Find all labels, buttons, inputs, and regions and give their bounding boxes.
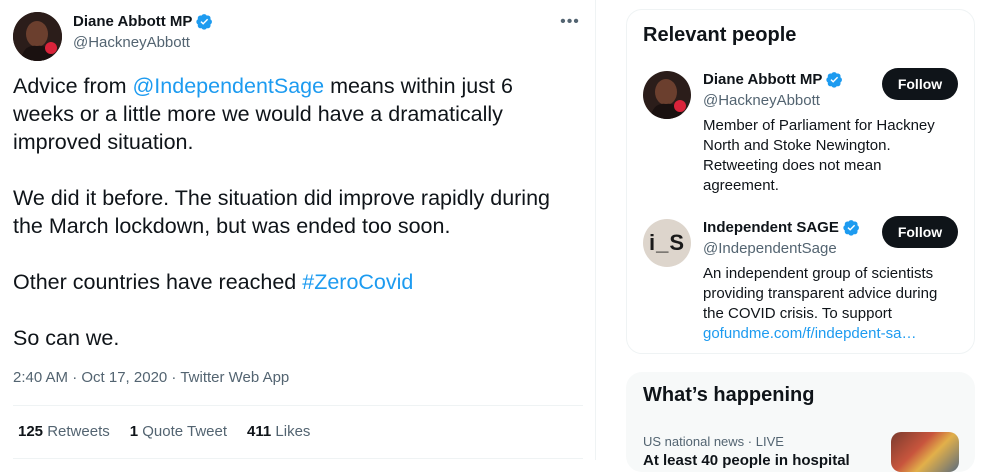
trend-headline[interactable]: At least 40 people in hospital (643, 452, 850, 469)
tweet-timestamp[interactable]: 2:40 AM · Oct 17, 2020 · Twitter Web App (13, 369, 289, 386)
whats-happening-card: What’s happening US national news · LIVE… (626, 372, 975, 472)
divider (13, 458, 583, 459)
follow-button[interactable]: Follow (882, 216, 958, 248)
quote-tweets-stat[interactable]: 1 Quote Tweet (130, 423, 227, 440)
trend-meta: US national news · LIVE (643, 434, 784, 449)
author-handle[interactable]: @HackneyAbbott (73, 34, 190, 51)
more-options-button[interactable]: ••• (558, 10, 582, 34)
person-name[interactable]: Independent SAGE (703, 219, 860, 236)
tweet-paragraph: So can we. (13, 326, 120, 350)
tweet-text: Advice from @IndependentSage means withi… (13, 72, 573, 380)
tweet-column: Diane Abbott MP @HackneyAbbott ••• Advic… (0, 0, 596, 460)
likes-stat[interactable]: 411 Likes (247, 423, 310, 440)
author-name[interactable]: Diane Abbott MP (73, 13, 213, 30)
person-name[interactable]: Diane Abbott MP (703, 71, 843, 88)
person-bio: Member of Parliament for Hackney North a… (703, 117, 935, 194)
person-bio: An independent group of scientists provi… (703, 265, 938, 342)
person-handle[interactable]: @IndependentSage (703, 240, 837, 257)
hashtag-link[interactable]: #ZeroCovid (302, 270, 413, 294)
relevant-people-card: Relevant people Diane Abbott MP @Hackney… (626, 9, 975, 354)
tweet-paragraph: We did it before. The situation did impr… (13, 186, 550, 238)
divider (13, 405, 583, 406)
tweet-paragraph: Other countries have reached #ZeroCovid (13, 270, 414, 294)
verified-badge-icon (196, 13, 213, 30)
tweet-stats: 125 Retweets 1 Quote Tweet 411 Likes (18, 423, 310, 440)
person-avatar[interactable] (643, 71, 691, 119)
bio-link[interactable]: gofundme.com/f/indepdent-sa… (703, 325, 916, 342)
person-avatar[interactable]: i_S (643, 219, 691, 267)
trend-thumbnail[interactable] (891, 432, 959, 472)
retweets-stat[interactable]: 125 Retweets (18, 423, 110, 440)
relevant-people-title: Relevant people (643, 24, 797, 46)
mention-link[interactable]: @IndependentSage (132, 74, 324, 98)
verified-badge-icon (843, 219, 860, 236)
whats-happening-title: What’s happening (643, 384, 815, 406)
more-horizontal-icon: ••• (560, 13, 580, 30)
person-handle[interactable]: @HackneyAbbott (703, 92, 820, 109)
follow-button[interactable]: Follow (882, 68, 958, 100)
verified-badge-icon (826, 71, 843, 88)
tweet-paragraph: Advice from @IndependentSage means withi… (13, 74, 513, 154)
author-avatar[interactable] (13, 12, 62, 61)
